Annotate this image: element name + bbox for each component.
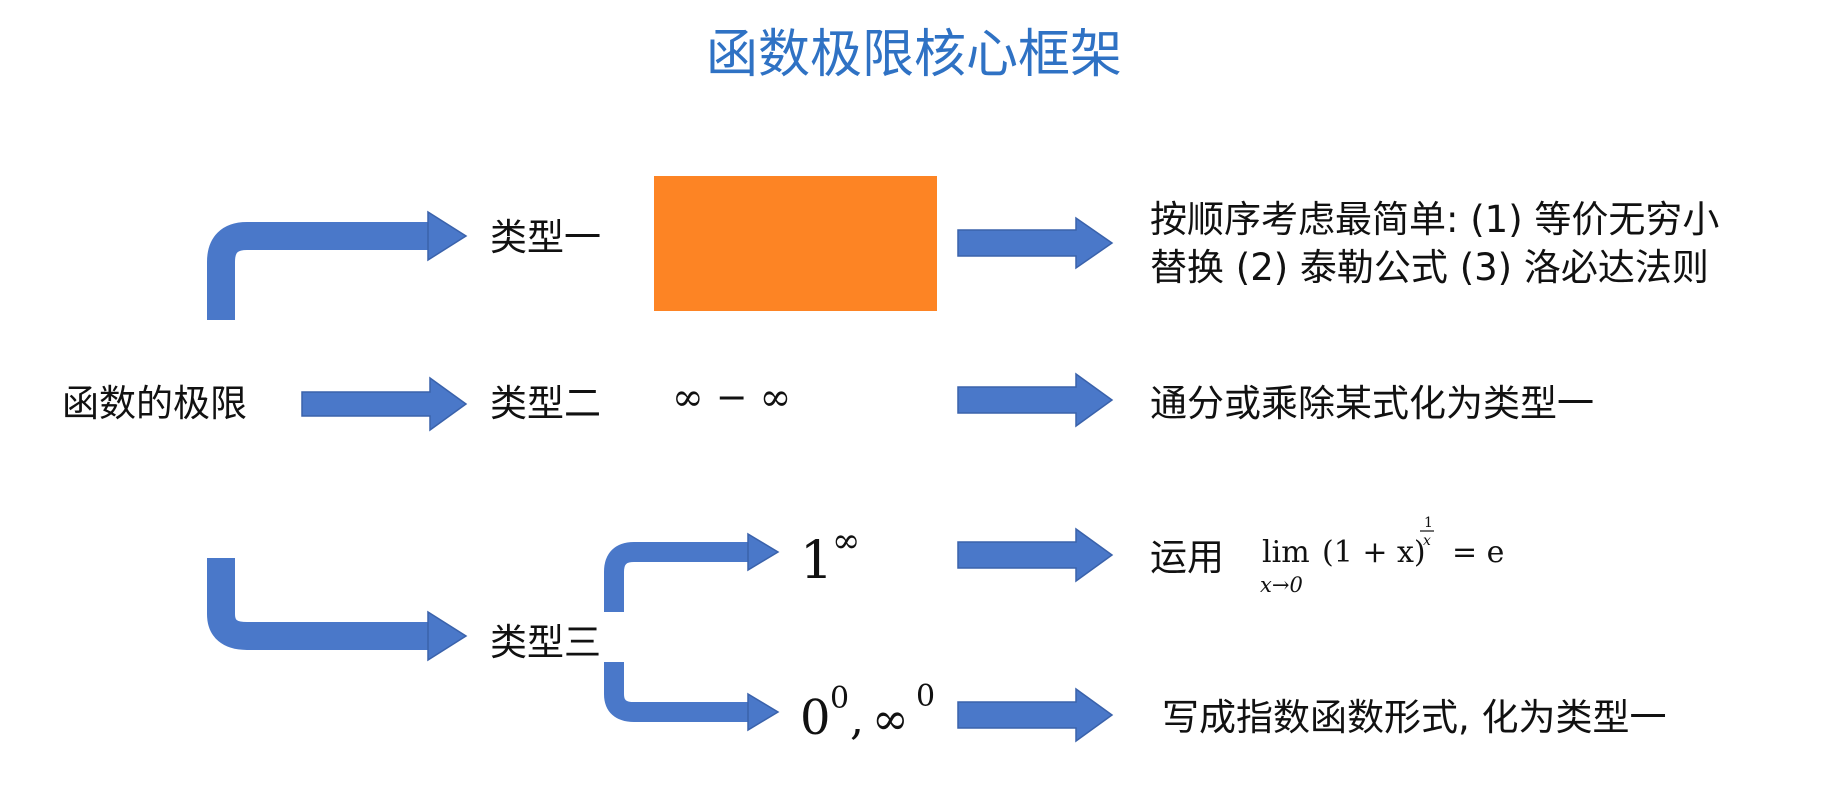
type1-form-redacted-block: [654, 176, 937, 311]
type3a-method-prefix: 运用: [1150, 536, 1224, 579]
type3a-form: 1 ∞: [800, 521, 860, 591]
bent-arrow-icon-type1: [207, 210, 468, 320]
svg-text:(1 + x): (1 + x): [1322, 535, 1426, 570]
type3b-method: 写成指数函数形式, 化为类型一: [1162, 696, 1667, 739]
svg-text:= e: = e: [1452, 535, 1504, 570]
svg-text:∞: ∞: [872, 694, 909, 745]
bent-arrow-icon-type3-down: [604, 662, 780, 732]
block-arrow-icon-root: [301, 376, 468, 432]
framework-diagram: 函数极限核心框架 函数的极限 类型一 按顺序考虑最简单: (1) 等价无穷小 替…: [62, 25, 1719, 746]
root-label: 函数的极限: [62, 382, 247, 425]
svg-text:0: 0: [916, 679, 935, 714]
type2-form: ∞ − ∞: [672, 375, 791, 419]
svg-text:1: 1: [1424, 515, 1433, 531]
svg-text:x: x: [1423, 533, 1431, 549]
limit-formula: lim x→0 (1 + x) 1 x = e: [1260, 515, 1504, 597]
svg-text:1: 1: [800, 531, 833, 591]
bent-arrow-icon-type3-up: [604, 532, 780, 612]
block-arrow-icon-type3b: [957, 687, 1114, 743]
type3-label: 类型三: [490, 621, 601, 664]
svg-text:0: 0: [800, 690, 831, 746]
svg-text:,: ,: [850, 694, 864, 745]
type1-method-line-2: 替换 (2) 泰勒公式 (3) 洛必达法则: [1150, 246, 1709, 289]
type3b-form: 0 0 , ∞ 0: [800, 679, 935, 746]
svg-text:x→0: x→0: [1260, 573, 1303, 597]
svg-text:lim: lim: [1262, 535, 1310, 570]
page-title: 函数极限核心框架: [706, 25, 1122, 85]
type2-label: 类型二: [490, 382, 601, 425]
type2-method: 通分或乘除某式化为类型一: [1150, 382, 1594, 425]
bent-arrow-icon-type3: [207, 558, 468, 662]
type1-label: 类型一: [490, 216, 601, 259]
diagram-canvas: 函数极限核心框架 函数的极限 类型一 按顺序考虑最简单: (1) 等价无穷小 替…: [0, 0, 1829, 800]
block-arrow-icon-type1: [957, 216, 1114, 270]
svg-text:0: 0: [830, 681, 849, 716]
svg-text:∞: ∞: [832, 521, 860, 561]
block-arrow-icon-type2: [957, 372, 1114, 428]
block-arrow-icon-type3a: [957, 527, 1114, 583]
type1-method-line-1: 按顺序考虑最简单: (1) 等价无穷小: [1150, 198, 1719, 241]
